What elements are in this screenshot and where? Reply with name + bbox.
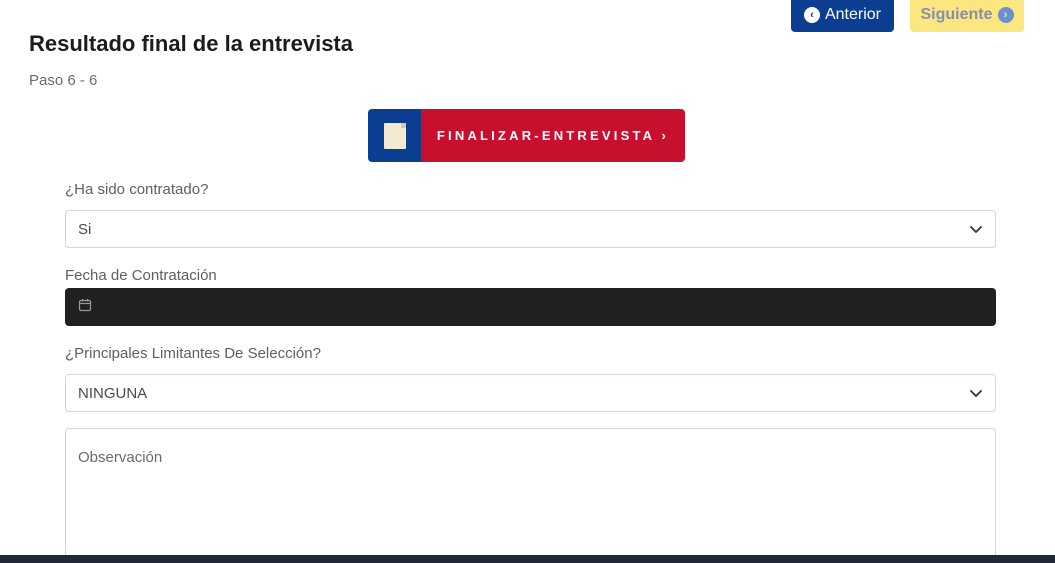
- arrow-right-circle-icon: ›: [997, 7, 1014, 23]
- step-indicator: Paso 6 - 6: [29, 72, 98, 89]
- observation-placeholder: Observación: [78, 449, 163, 466]
- next-button[interactable]: Siguiente ›: [910, 0, 1024, 32]
- previous-button-label: Anterior: [824, 6, 882, 23]
- chevron-down-icon: [969, 386, 983, 400]
- hired-select-value: Si: [78, 220, 92, 238]
- hire-date-label: Fecha de Contratación: [65, 267, 217, 284]
- observation-textarea[interactable]: Observación: [65, 428, 996, 563]
- chevron-left-circle-icon: ‹: [803, 7, 820, 23]
- calendar-icon[interactable]: [78, 298, 92, 317]
- finalize-interview-button[interactable]: FINALIZAR-ENTREVISTA ›: [368, 109, 685, 162]
- page: ‹ Anterior Siguiente › Resultado final d…: [0, 0, 1055, 563]
- limitations-select[interactable]: NINGUNA: [65, 374, 996, 412]
- hired-select[interactable]: Si: [65, 210, 996, 248]
- limitations-label: ¿Principales Limitantes De Selección?: [65, 345, 321, 362]
- previous-button[interactable]: ‹ Anterior: [791, 0, 894, 32]
- limitations-select-value: NINGUNA: [78, 384, 148, 402]
- finalize-icon-block: [368, 109, 421, 162]
- next-button-label: Siguiente: [920, 6, 993, 23]
- hired-label: ¿Ha sido contratado?: [65, 181, 209, 198]
- hire-date-input[interactable]: [65, 288, 996, 326]
- document-icon: [383, 122, 406, 149]
- page-title: Resultado final de la entrevista: [29, 31, 353, 56]
- finalize-label: FINALIZAR-ENTREVISTA ›: [421, 109, 685, 162]
- taskbar: [0, 555, 1055, 563]
- chevron-down-icon: [969, 222, 983, 236]
